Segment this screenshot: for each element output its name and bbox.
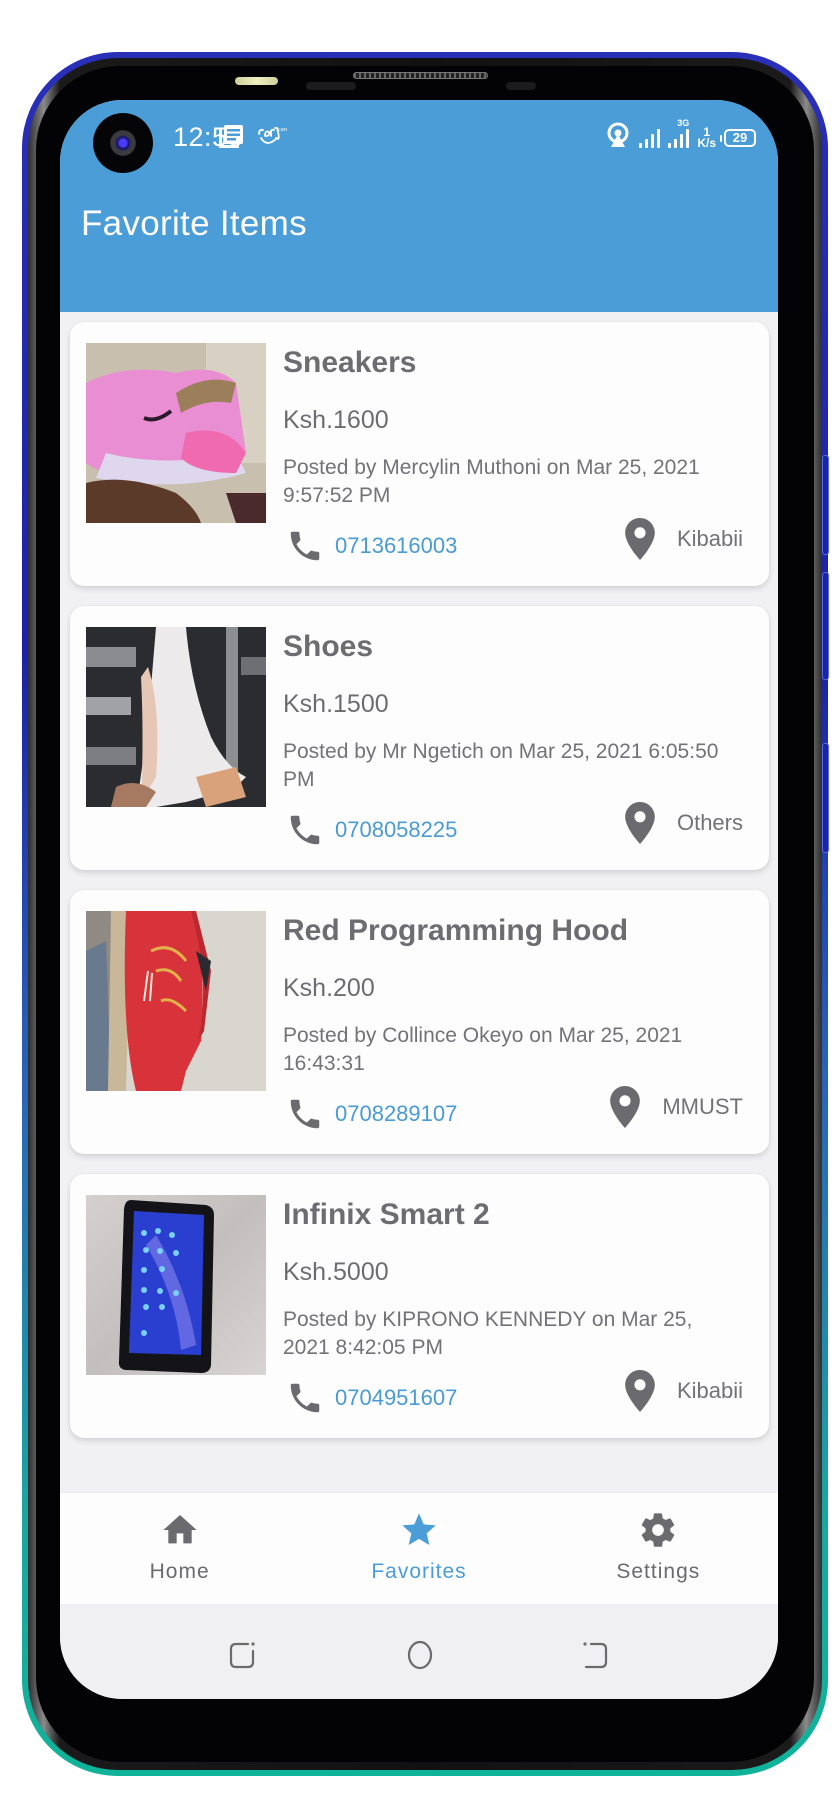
location-pin-icon bbox=[625, 802, 655, 844]
item-posted-info: Posted by Mr Ngetich on Mar 25, 2021 6:0… bbox=[283, 740, 719, 791]
item-image[interactable] bbox=[86, 1195, 266, 1375]
proximity-sensor bbox=[306, 82, 356, 90]
nav-settings[interactable]: Settings bbox=[539, 1493, 778, 1604]
item-posted-info: Posted by Collince Okeyo on Mar 25, 2021… bbox=[283, 1024, 683, 1075]
hotspot-icon bbox=[605, 122, 631, 153]
phone-icon bbox=[290, 815, 320, 845]
front-camera bbox=[93, 113, 153, 173]
nav-label: Settings bbox=[616, 1560, 701, 1583]
item-price: Ksh.200 bbox=[283, 974, 375, 1002]
item-title: Sneakers bbox=[283, 346, 417, 379]
nav-label: Favorites bbox=[371, 1560, 467, 1583]
location-text: Others bbox=[676, 810, 743, 835]
item-price: Ksh.1500 bbox=[283, 690, 389, 718]
gear-icon bbox=[642, 1513, 675, 1547]
call-seller-link[interactable]: 0708058225 bbox=[283, 811, 457, 849]
status-icons: 3G 1 K/s 29 bbox=[605, 118, 756, 153]
speed-unit: K/s bbox=[697, 135, 716, 150]
phone-icon bbox=[290, 531, 320, 561]
earpiece-speaker bbox=[353, 72, 488, 79]
item-card[interactable]: Sneakers Ksh.1600 Posted by Mercylin Mut… bbox=[70, 322, 769, 586]
location-text: Kibabii bbox=[676, 526, 743, 551]
phone-icon bbox=[290, 1099, 320, 1129]
item-image[interactable] bbox=[86, 627, 266, 807]
volume-down-button bbox=[822, 572, 829, 680]
call-seller-link[interactable]: 0704951607 bbox=[283, 1379, 457, 1417]
nav-favorites[interactable]: Favorites bbox=[299, 1493, 538, 1604]
call-seller-link[interactable]: 0708289107 bbox=[283, 1095, 457, 1133]
light-sensor bbox=[506, 82, 536, 90]
phone-number[interactable]: 0713616003 bbox=[335, 533, 457, 559]
item-price: Ksh.1600 bbox=[283, 406, 389, 434]
phone-number[interactable]: 0708289107 bbox=[335, 1101, 457, 1127]
network-type: 3G bbox=[677, 117, 690, 128]
front-flash bbox=[235, 77, 278, 85]
phone-icon bbox=[290, 1383, 320, 1413]
home-button[interactable] bbox=[403, 1638, 437, 1672]
volume-up-button bbox=[822, 455, 829, 555]
item-title: Red Programming Hood bbox=[283, 914, 629, 947]
location-text: Kibabii bbox=[676, 1378, 743, 1403]
app-bar: 12:56 care bbox=[60, 100, 778, 312]
phone-number[interactable]: 0704951607 bbox=[335, 1385, 457, 1411]
recent-apps-button[interactable] bbox=[226, 1638, 260, 1672]
network-speed: 1 K/s bbox=[697, 126, 716, 150]
item-location: Kibabii bbox=[625, 1370, 743, 1412]
item-price: Ksh.5000 bbox=[283, 1258, 389, 1286]
system-navigation-bar bbox=[60, 1604, 778, 1699]
item-card[interactable]: Red Programming Hood Ksh.200 Posted by C… bbox=[70, 890, 769, 1154]
item-location: MMUST bbox=[610, 1086, 743, 1128]
screen: 12:56 care bbox=[60, 100, 778, 1699]
item-card[interactable]: Shoes Ksh.1500 Posted by Mr Ngetich on M… bbox=[70, 606, 769, 870]
power-button bbox=[822, 743, 829, 853]
favorites-list[interactable]: Sneakers Ksh.1600 Posted by Mercylin Mut… bbox=[70, 322, 769, 1458]
item-location: Kibabii bbox=[625, 518, 743, 560]
item-posted-info: Posted by KIPRONO KENNEDY on Mar 25, 202… bbox=[283, 1308, 693, 1359]
back-button[interactable] bbox=[579, 1638, 613, 1672]
nav-home[interactable]: Home bbox=[60, 1493, 299, 1604]
battery-indicator: 29 bbox=[720, 128, 756, 147]
item-title: Infinix Smart 2 bbox=[283, 1198, 490, 1231]
carl-app-icon: care bbox=[257, 126, 289, 153]
home-icon bbox=[162, 1515, 197, 1544]
location-text: MMUST bbox=[662, 1094, 743, 1119]
item-image[interactable] bbox=[86, 343, 266, 523]
item-location: Others bbox=[625, 802, 743, 844]
location-pin-icon bbox=[625, 1370, 655, 1412]
location-pin-icon bbox=[625, 518, 655, 560]
item-card[interactable]: Infinix Smart 2 Ksh.5000 Posted by KIPRO… bbox=[70, 1174, 769, 1438]
location-pin-icon bbox=[610, 1086, 641, 1128]
bottom-navigation: Home Favorites Settings bbox=[60, 1492, 778, 1604]
item-image[interactable] bbox=[86, 911, 266, 1091]
signal-icon bbox=[639, 128, 661, 148]
call-seller-link[interactable]: 0713616003 bbox=[283, 527, 457, 565]
page-title: Favorite Items bbox=[81, 204, 307, 243]
star-icon bbox=[402, 1513, 436, 1545]
phone-number[interactable]: 0708058225 bbox=[335, 817, 457, 843]
nav-label: Home bbox=[149, 1560, 210, 1583]
signal-3g-icon: 3G bbox=[668, 118, 690, 148]
item-posted-info: Posted by Mercylin Muthoni on Mar 25, 20… bbox=[283, 456, 700, 507]
svg-text:care: care bbox=[278, 127, 287, 133]
item-title: Shoes bbox=[283, 630, 374, 663]
news-icon bbox=[218, 124, 244, 155]
